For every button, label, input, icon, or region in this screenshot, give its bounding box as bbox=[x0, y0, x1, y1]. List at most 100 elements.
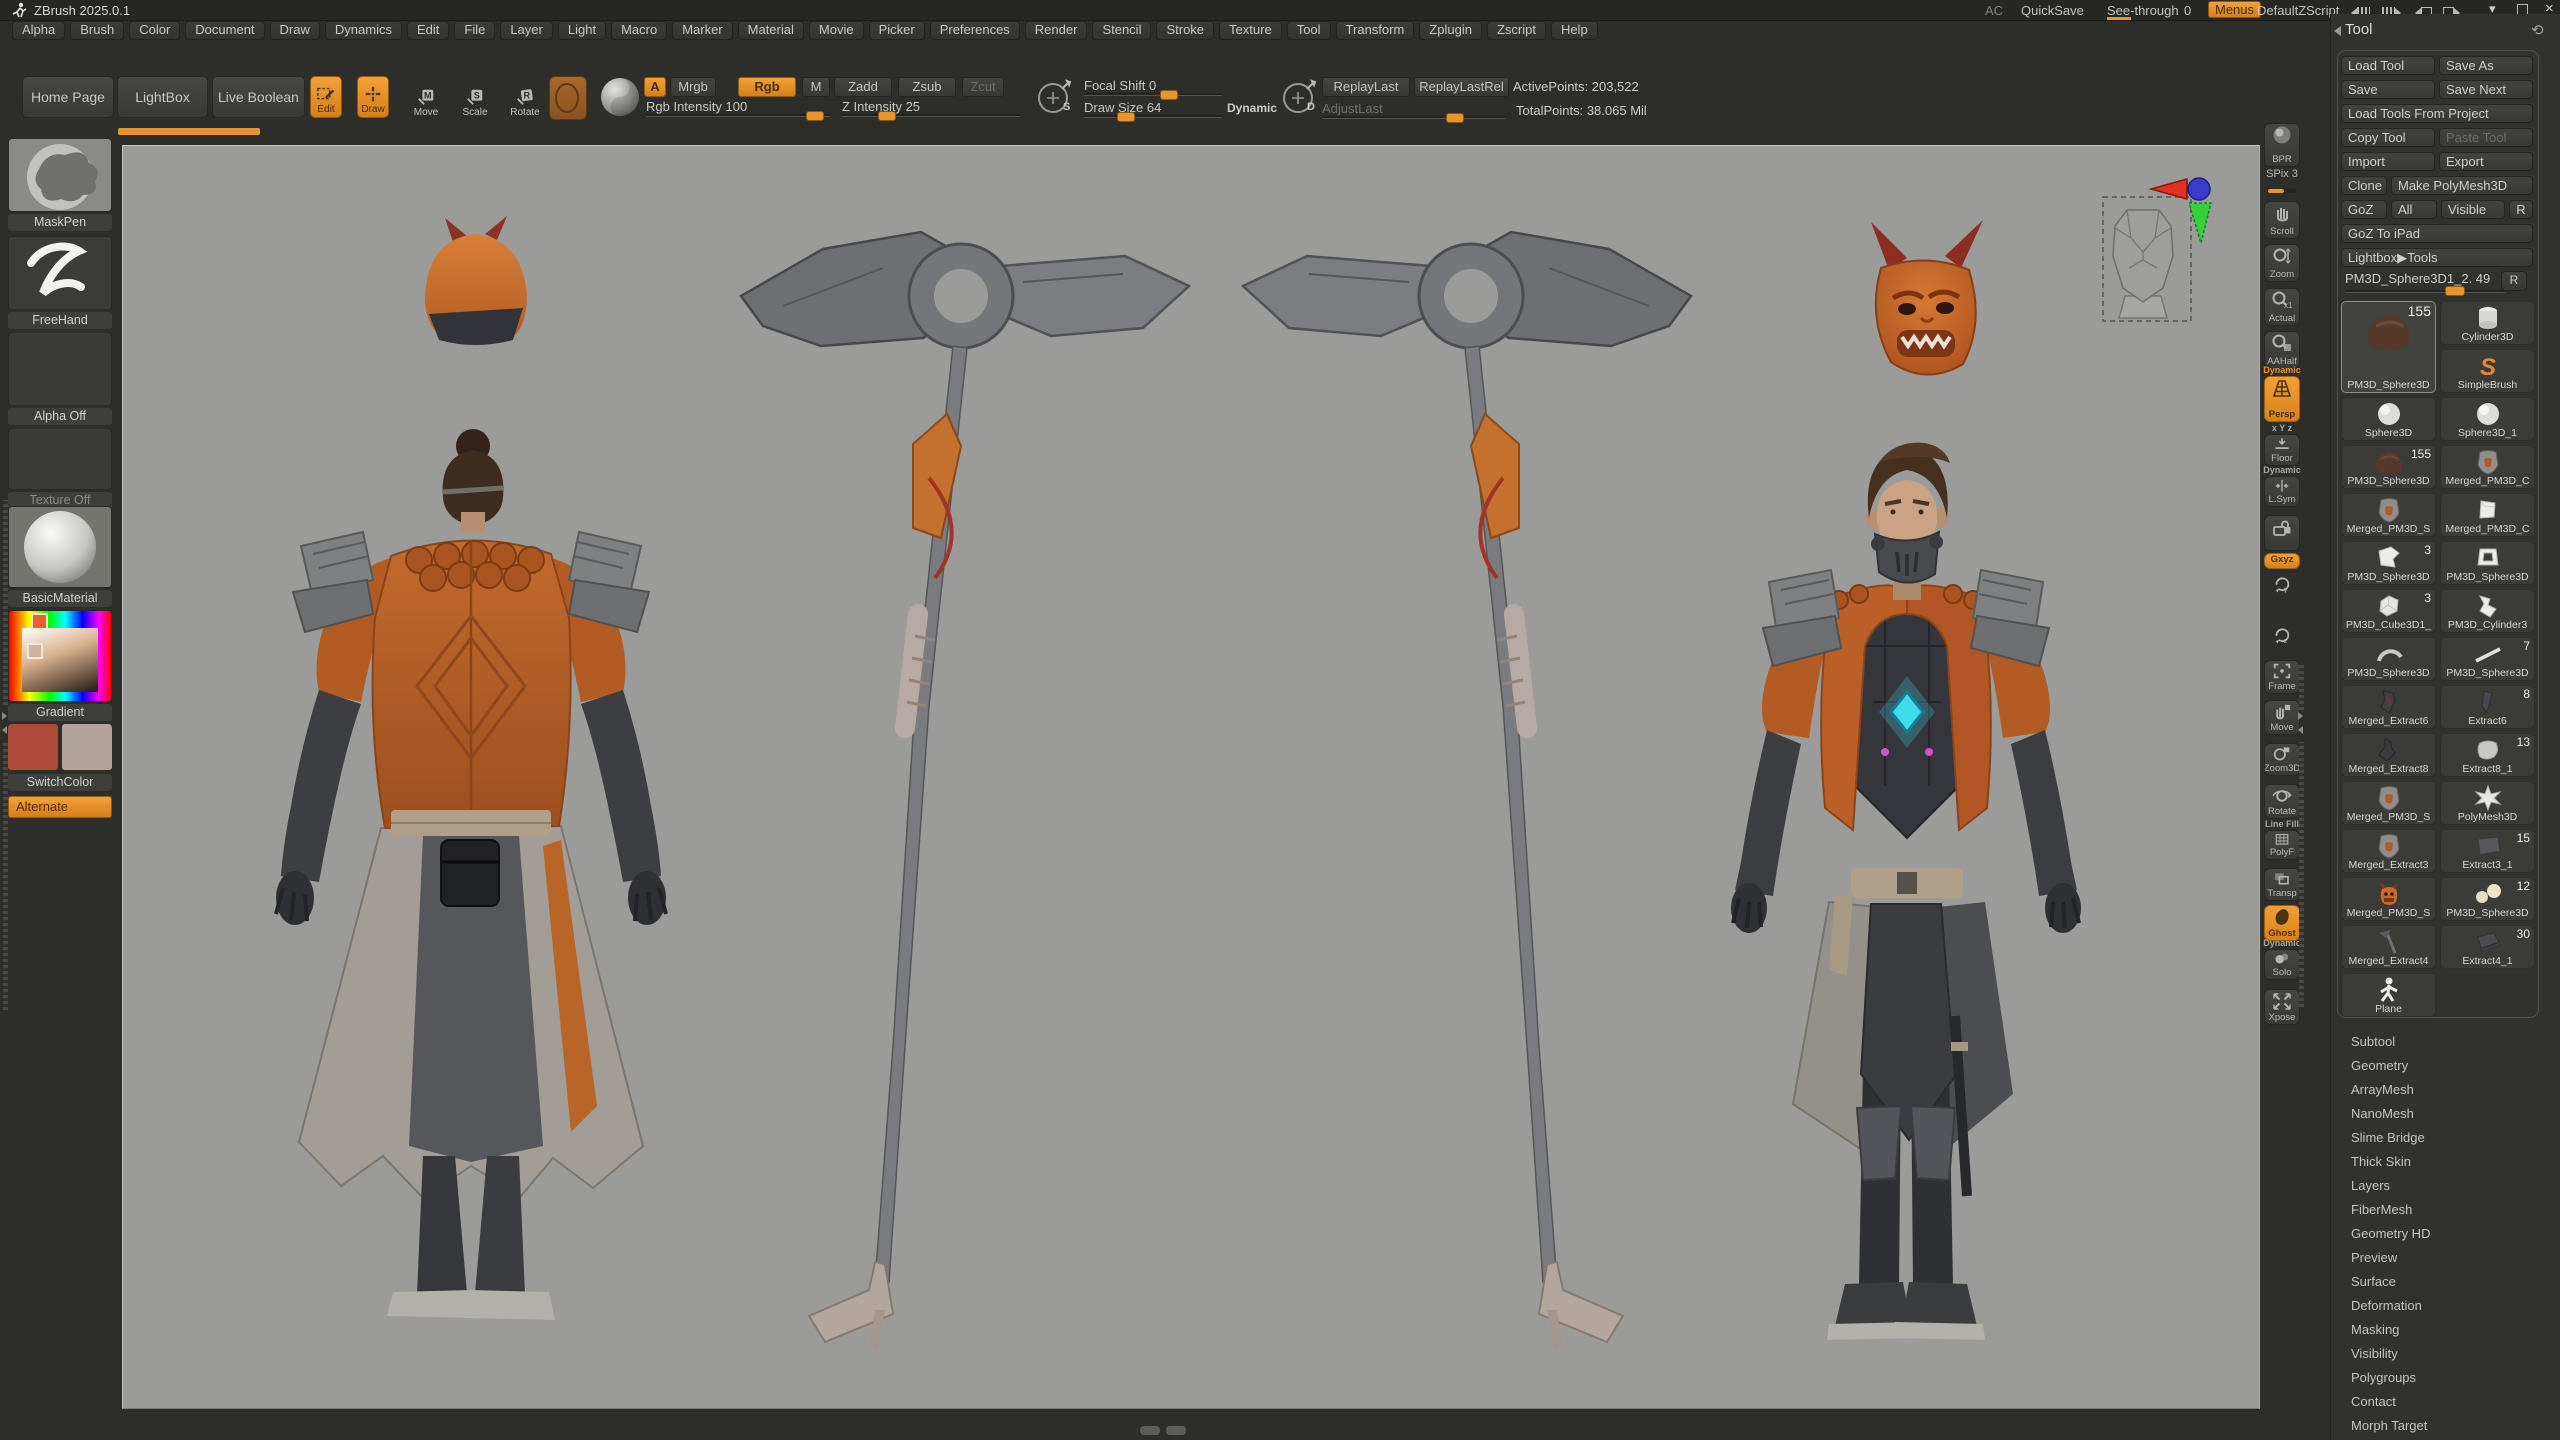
subpalette-thick-skin[interactable]: Thick Skin bbox=[2331, 1150, 2560, 1174]
subtool-merged-pm3d-s[interactable]: Merged_PM3D_S bbox=[2341, 493, 2436, 537]
menu-texture[interactable]: Texture bbox=[1219, 21, 1282, 40]
subpalette-layers[interactable]: Layers bbox=[2331, 1174, 2560, 1198]
z-intensity-track[interactable] bbox=[842, 114, 1020, 117]
subtool-merged-pm3d-s[interactable]: Merged_PM3D_S bbox=[2341, 877, 2436, 921]
canvas-hscroll-handle[interactable] bbox=[1166, 1426, 1186, 1435]
menu-render[interactable]: Render bbox=[1025, 21, 1088, 40]
menu-draw[interactable]: Draw bbox=[270, 21, 320, 40]
menu-transform[interactable]: Transform bbox=[1336, 21, 1415, 40]
secondary-color-swatch[interactable] bbox=[62, 724, 112, 770]
subpalette-deformation[interactable]: Deformation bbox=[2331, 1294, 2560, 1318]
shelf-ghost-button[interactable]: Ghost bbox=[2264, 905, 2300, 941]
shelf-scrollbar[interactable] bbox=[2299, 665, 2304, 710]
adjust-last-track[interactable] bbox=[1322, 116, 1505, 119]
toggle-rgb[interactable]: Rgb bbox=[738, 77, 796, 97]
goz-button[interactable]: GoZ bbox=[2341, 200, 2387, 219]
rotate-button[interactable]: R Rotate bbox=[508, 76, 542, 120]
subtool-extract4-1[interactable]: Extract4_130 bbox=[2440, 925, 2535, 969]
subpalette-polygroups[interactable]: Polygroups bbox=[2331, 1366, 2560, 1390]
subpalette-masking[interactable]: Masking bbox=[2331, 1318, 2560, 1342]
tray-switchcolor-thumbnail[interactable] bbox=[8, 724, 112, 772]
subpalette-subtool[interactable]: Subtool bbox=[2331, 1030, 2560, 1054]
shelf-floor-button[interactable]: Floor bbox=[2264, 434, 2300, 466]
shelf-solo-button[interactable]: Solo bbox=[2264, 949, 2300, 980]
home-page-button[interactable]: Home Page bbox=[22, 76, 114, 118]
subpalette-fibermesh[interactable]: FiberMesh bbox=[2331, 1198, 2560, 1222]
toggle-m[interactable]: M bbox=[802, 77, 830, 97]
subtool-pm3d-sphere3d[interactable]: PM3D_Sphere3D bbox=[2440, 541, 2535, 585]
subpalette-visibility[interactable]: Visibility bbox=[2331, 1342, 2560, 1366]
quicksave-button[interactable]: QuickSave bbox=[2021, 3, 2084, 18]
subpalette-slime-bridge[interactable]: Slime Bridge bbox=[2331, 1126, 2560, 1150]
subtool-pm3d-sphere3d[interactable]: PM3D_Sphere3D155 bbox=[2341, 301, 2436, 393]
menu-zplugin[interactable]: Zplugin bbox=[1419, 21, 1482, 40]
adjust-last-handle[interactable] bbox=[1446, 113, 1464, 123]
menus-toggle-button[interactable]: Menus bbox=[2208, 1, 2261, 18]
shelf-frame-button[interactable]: Frame bbox=[2264, 660, 2300, 694]
menu-edit[interactable]: Edit bbox=[407, 21, 449, 40]
shelf-actual-button[interactable]: x1Actual bbox=[2264, 288, 2300, 326]
make-polymesh3d-button[interactable]: Make PolyMesh3D bbox=[2391, 176, 2533, 195]
main-color-swatch[interactable] bbox=[8, 724, 58, 770]
shelf-aahalf-button[interactable]: AAHalf bbox=[2264, 331, 2300, 369]
saturation-selector[interactable] bbox=[27, 643, 43, 659]
shelf-polyf-button[interactable]: PolyF bbox=[2264, 830, 2300, 860]
save-as-button[interactable]: Save As bbox=[2439, 56, 2533, 75]
panel-collapse-icon[interactable] bbox=[2334, 26, 2341, 36]
document-canvas[interactable] bbox=[122, 145, 2260, 1409]
subtool-simplebrush[interactable]: SSimpleBrush bbox=[2440, 349, 2535, 393]
menu-macro[interactable]: Macro bbox=[611, 21, 667, 40]
tray-collapse-icon[interactable] bbox=[2, 726, 7, 734]
tray-alpha-off-thumbnail[interactable] bbox=[8, 332, 112, 406]
subtool-merged-extract8[interactable]: Merged_Extract8 bbox=[2341, 733, 2436, 777]
focal-shift-handle[interactable] bbox=[1160, 90, 1178, 100]
shelf-spiny-button[interactable]: y bbox=[2264, 573, 2300, 593]
see-through-slider[interactable]: See-through bbox=[2107, 3, 2179, 18]
goz-to-ipad-button[interactable]: GoZ To iPad bbox=[2341, 224, 2533, 243]
shelf-bpr-button[interactable]: BPR bbox=[2264, 123, 2300, 167]
dynamic-mode-label[interactable]: Dynamic bbox=[1227, 101, 1277, 115]
shelf-spix-3-button[interactable]: SPix 3 bbox=[2264, 169, 2300, 197]
default-zscript-button[interactable]: DefaultZScript bbox=[2257, 3, 2339, 18]
z-intensity-handle[interactable] bbox=[878, 111, 896, 121]
lightbox-divider-bar[interactable] bbox=[118, 128, 260, 135]
all-button[interactable]: All bbox=[2391, 200, 2437, 219]
tray-texture-off-thumbnail[interactable] bbox=[8, 428, 112, 490]
subpalette-geometry[interactable]: Geometry bbox=[2331, 1054, 2560, 1078]
subtool-pm3d-sphere3d[interactable]: PM3D_Sphere3D7 bbox=[2440, 637, 2535, 681]
scale-button[interactable]: S Scale bbox=[460, 76, 490, 120]
draw-button[interactable]: Draw bbox=[357, 76, 389, 118]
subtool-extract8-1[interactable]: Extract8_113 bbox=[2440, 733, 2535, 777]
menu-help[interactable]: Help bbox=[1551, 21, 1598, 40]
menu-layer[interactable]: Layer bbox=[500, 21, 553, 40]
menu-brush[interactable]: Brush bbox=[70, 21, 124, 40]
save-button[interactable]: Save bbox=[2341, 80, 2435, 99]
shelf-rotate-button[interactable]: Rotate bbox=[2264, 784, 2300, 819]
replay-last-rel-button[interactable]: ReplayLastRel bbox=[1414, 77, 1509, 97]
current-brush-thumbnail[interactable] bbox=[549, 76, 587, 120]
see-through-track[interactable] bbox=[2107, 17, 2131, 20]
subtool-pm3d-cube3d1[interactable]: PM3D_Cube3D1_3 bbox=[2341, 589, 2436, 633]
menu-zscript[interactable]: Zscript bbox=[1487, 21, 1546, 40]
subtool-pm3d-sphere3d[interactable]: PM3D_Sphere3D12 bbox=[2440, 877, 2535, 921]
menu-material[interactable]: Material bbox=[738, 21, 804, 40]
rgb-intensity-slider[interactable]: Rgb Intensity 100 bbox=[646, 99, 747, 114]
menu-alpha[interactable]: Alpha bbox=[12, 21, 65, 40]
toggle-zcut[interactable]: Zcut bbox=[962, 77, 1004, 97]
rgb-intensity-handle[interactable] bbox=[806, 111, 824, 121]
clone-button[interactable]: Clone bbox=[2341, 176, 2387, 195]
shelf-expand-icon[interactable] bbox=[2298, 712, 2303, 720]
r-button[interactable]: R bbox=[2509, 200, 2533, 219]
subtool-merged-pm3d-c[interactable]: Merged_PM3D_C bbox=[2440, 445, 2535, 489]
load-tools-from-project-button[interactable]: Load Tools From Project bbox=[2341, 104, 2533, 123]
subtool-extract6[interactable]: Extract68 bbox=[2440, 685, 2535, 729]
subtool-nav-r-button[interactable]: R bbox=[2501, 271, 2527, 291]
menu-tool[interactable]: Tool bbox=[1287, 21, 1331, 40]
subtool-cylinder3d[interactable]: Cylinder3D bbox=[2440, 301, 2535, 345]
copy-tool-button[interactable]: Copy Tool bbox=[2341, 128, 2435, 147]
subtool-merged-pm3d-s[interactable]: Merged_PM3D_S bbox=[2341, 781, 2436, 825]
dynamic-draw-size-button[interactable]: D bbox=[1279, 77, 1319, 117]
subtool-plane[interactable]: Plane bbox=[2341, 973, 2436, 1017]
canvas-hscroll-handle[interactable] bbox=[1140, 1426, 1160, 1435]
focal-shift-slider[interactable]: Focal Shift 0 bbox=[1084, 78, 1156, 93]
